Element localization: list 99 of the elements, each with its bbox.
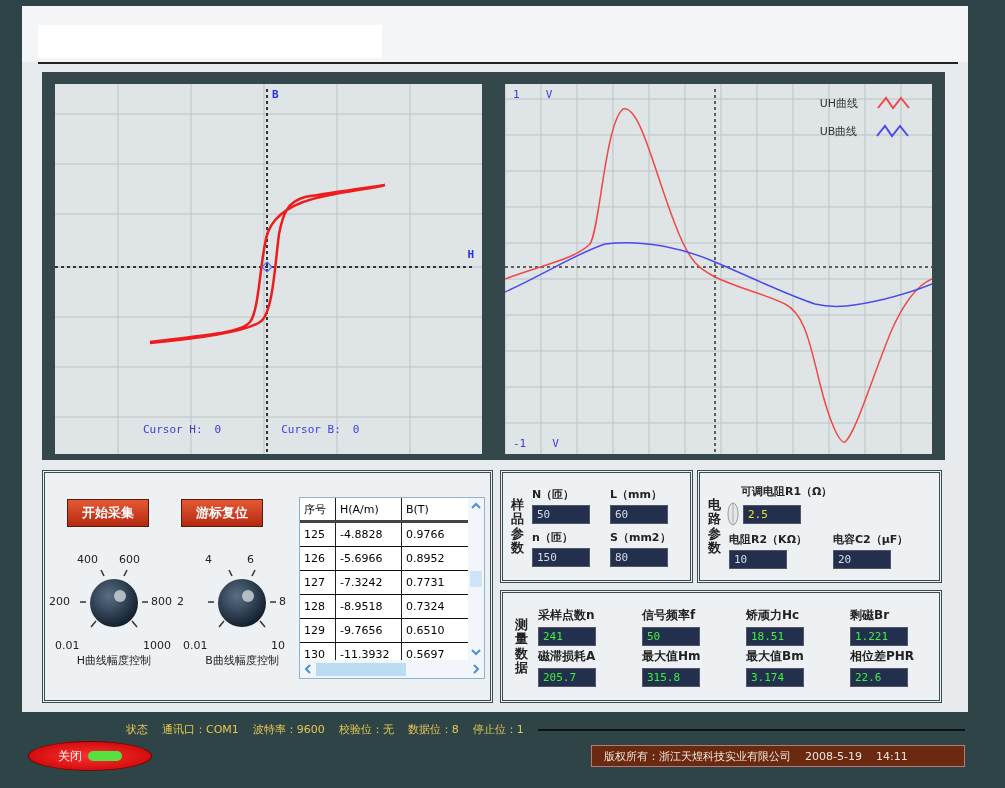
scale-unit: V	[552, 437, 559, 450]
spinner-icon[interactable]	[727, 502, 739, 526]
knob-scale-label: 6	[247, 553, 254, 566]
readout-value: 205.7	[538, 667, 596, 687]
status-text: 校验位：无	[338, 722, 394, 737]
action-button[interactable]: 游标复位	[181, 499, 263, 527]
axis-label: H	[467, 248, 474, 261]
input-field[interactable]: 50	[532, 504, 590, 524]
readout-value: 50	[642, 626, 700, 646]
input-field[interactable]: 10	[729, 550, 787, 569]
field-label: 剩磁Br	[850, 606, 891, 624]
scale-value: 1	[513, 88, 520, 101]
input-field[interactable]: 150	[532, 547, 590, 567]
knob-scale-label: 400	[77, 553, 98, 566]
time-text: 14:11	[875, 749, 908, 763]
knob-scale-label: 1000	[143, 639, 171, 652]
table-cell-text: 0.5697	[405, 647, 446, 660]
action-button[interactable]: 开始采集	[67, 499, 149, 527]
field-label: n（匝）	[532, 529, 574, 545]
table-cell: -4.8828	[336, 523, 402, 546]
field-label: 采样点数n	[538, 606, 596, 624]
knob-label: H曲线幅度控制	[76, 653, 152, 668]
input-field[interactable]: 60	[610, 504, 668, 524]
close-button[interactable]: 关闭	[28, 741, 152, 771]
knob-scale-label: 800	[151, 595, 172, 608]
field-label: 电阻R2（KΩ）	[729, 532, 808, 547]
field-label: 矫顽力Hc	[746, 606, 801, 624]
readout-value: 3.174	[746, 667, 804, 687]
knob-scale-label: 200	[49, 595, 70, 608]
table-cell: -9.7656	[336, 619, 402, 642]
scale-unit: V	[545, 88, 553, 101]
readout-value: 18.51	[746, 626, 804, 646]
status-text: 状态	[126, 722, 148, 737]
cursor-label: Cursor H:	[143, 423, 203, 436]
column-header: 序号	[300, 498, 336, 520]
table-cell-text: 0.8952	[405, 551, 446, 567]
knob-scale-label: 0.01	[55, 639, 80, 652]
readout-value: 1.221	[850, 626, 908, 646]
input-field[interactable]: 2.5	[743, 504, 801, 524]
column-header: H(A/m)	[336, 498, 402, 520]
knob-scale-label: 8	[279, 595, 286, 608]
input-field[interactable]: 20	[833, 550, 891, 569]
axis-label: B	[272, 88, 279, 101]
cursor-value: 0	[214, 423, 222, 436]
horizontal-scrollbar[interactable]	[300, 660, 484, 678]
vertical-scrollbar[interactable]	[468, 498, 484, 660]
legend-label: UB曲线	[819, 123, 858, 139]
knob-scale-label: 4	[205, 553, 212, 566]
panel-title: 测量数据	[515, 617, 528, 676]
knob-scale-label: 600	[119, 553, 140, 566]
table-cell: -8.9518	[336, 595, 402, 618]
copyright-text: 版权所有：浙江天煌科技实业有限公司	[604, 748, 791, 764]
scroll-right-icon[interactable]	[470, 662, 482, 676]
knob-scale-label: 0.01	[183, 639, 208, 652]
scroll-left-icon[interactable]	[302, 662, 314, 676]
status-text: 波特率：9600	[252, 722, 325, 737]
table-cell: -7.3242	[336, 571, 402, 594]
table-cell: 127	[300, 571, 336, 594]
table-cell: 128	[300, 595, 336, 618]
knob-scale-label: 2	[177, 595, 184, 608]
scroll-down-icon[interactable]	[469, 646, 483, 658]
cursor-marker-icon	[261, 261, 273, 273]
field-label: 相位差PHR	[850, 647, 916, 665]
readout-value: 315.8	[642, 667, 700, 687]
input-field[interactable]: 80	[610, 547, 668, 567]
scroll-thumb[interactable]	[316, 662, 406, 676]
field-label: L（mm）	[610, 486, 663, 502]
table-cell: 125	[300, 523, 336, 546]
table-cell-text: 0.7731	[405, 575, 446, 591]
field-label: S（mm2）	[610, 529, 672, 545]
status-text: 通讯口：COM1	[162, 722, 239, 737]
scroll-thumb[interactable]	[470, 571, 482, 587]
knob-label: B曲线幅度控制	[205, 653, 279, 668]
field-label: 电容C2（μF）	[833, 532, 910, 547]
table-cell-text: 0.9766	[405, 527, 446, 543]
scale-value: -1	[513, 437, 527, 450]
table-cell: -5.6966	[336, 547, 402, 570]
field-label: 磁滞损耗A	[538, 647, 597, 665]
legend-label: UH曲线	[819, 95, 858, 111]
field-label: N（匝）	[532, 486, 576, 502]
table-cell: 129	[300, 619, 336, 642]
field-label: 可调电阻R1（Ω）	[741, 484, 834, 499]
panel-title: 电路参数	[708, 497, 721, 556]
column-header: B(T)	[405, 501, 430, 518]
readout-value: 241	[538, 626, 596, 646]
knob-scale-label: 10	[271, 639, 285, 652]
cursor-label: Cursor B:	[281, 423, 341, 436]
table-cell-text: 0.6510	[405, 623, 446, 639]
table-cell-text: 0.7324	[405, 599, 446, 615]
table-cell: 126	[300, 547, 336, 570]
field-label: 信号频率f	[642, 606, 697, 624]
status-text: 停止位：1	[472, 722, 524, 737]
readout-value: 22.6	[850, 667, 908, 687]
field-label: 最大值Hm	[642, 647, 702, 665]
panel-title: 样品参数	[511, 497, 524, 556]
field-label: 最大值Bm	[746, 647, 805, 665]
status-text: 数据位：8	[407, 722, 459, 737]
cursor-value: 0	[352, 423, 360, 436]
date-text: 2008-5-19	[805, 749, 862, 763]
